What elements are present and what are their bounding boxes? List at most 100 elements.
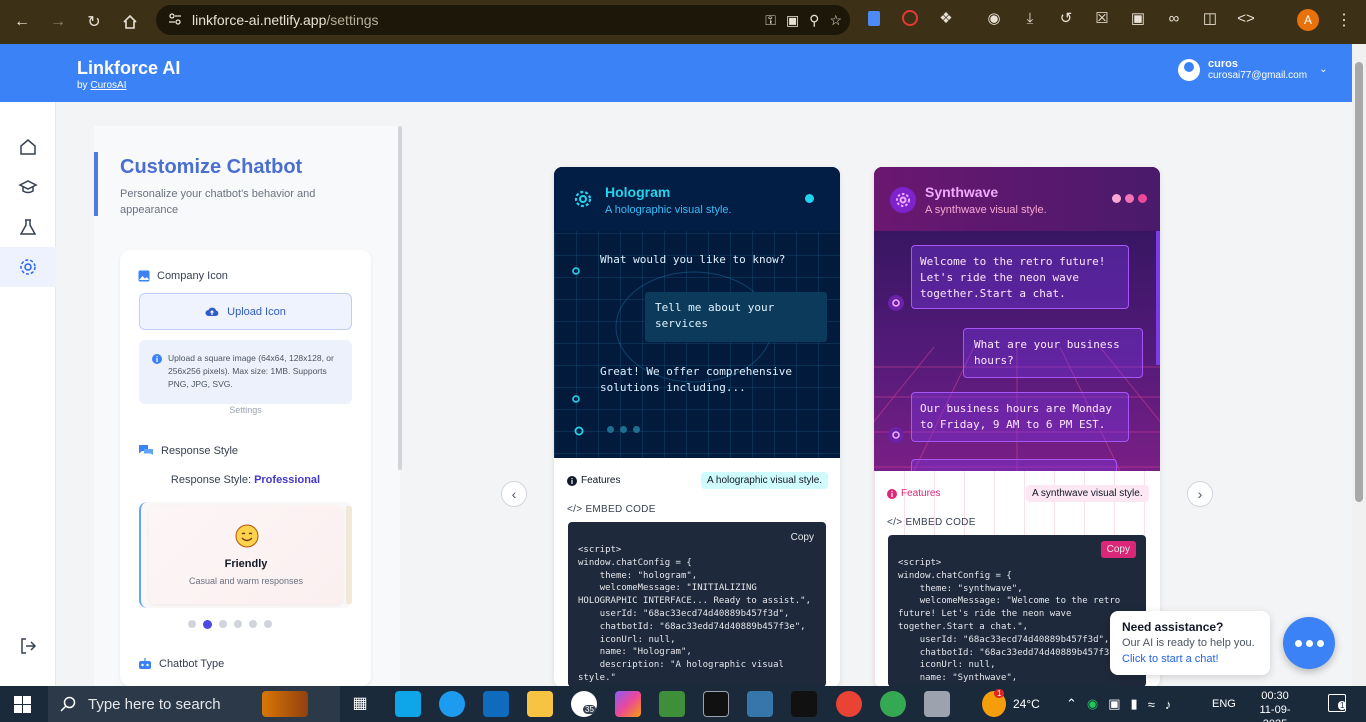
site-settings-icon[interactable] — [168, 12, 182, 29]
home-icon[interactable] — [112, 4, 148, 40]
nav-logout[interactable] — [0, 626, 56, 666]
weather-icon[interactable]: 1 — [982, 689, 1006, 717]
shield-icon[interactable]: ◉ — [1087, 696, 1098, 712]
app-cube-icon[interactable] — [791, 691, 817, 717]
chrome-icon[interactable] — [880, 691, 906, 717]
widgets-autumn-icon[interactable] — [262, 691, 308, 717]
browser-toolbar: ← → ↻ linkforce-ai.netlify.app/settings … — [0, 0, 1366, 44]
devtools-code-icon[interactable]: <> — [1234, 6, 1258, 30]
weather-temp[interactable]: 24°C — [1013, 686, 1040, 722]
next-template-button[interactable]: › — [1187, 481, 1213, 507]
outlook-icon[interactable] — [483, 691, 509, 717]
bookmark-star-icon[interactable]: ☆ — [829, 12, 842, 29]
chat-scrollbar[interactable] — [1156, 231, 1160, 365]
volume-icon[interactable]: ♪ — [1165, 697, 1172, 712]
prev-template-button[interactable]: ‹ — [501, 481, 527, 507]
nav-training[interactable] — [0, 167, 56, 207]
zoom-icon[interactable]: ⚲ — [809, 12, 819, 29]
user-menu[interactable]: curos curosai77@gmail.com ⌄ — [1178, 58, 1327, 81]
settings-card: Company Icon Upload Icon Upload a square… — [120, 250, 371, 686]
nav-lab[interactable] — [0, 207, 56, 247]
task-view-icon[interactable]: ▦ — [347, 691, 373, 717]
embed-code-block: Copy <script> window.chatConfig = { them… — [568, 522, 826, 687]
browser-menu-icon[interactable]: ⋮ — [1336, 10, 1352, 30]
help-bubble[interactable]: Need assistance? Our AI is ready to help… — [1110, 611, 1270, 675]
brand-name[interactable]: Linkforce AI — [77, 58, 180, 79]
sidebar-icon[interactable]: ◫ — [1198, 6, 1222, 30]
extension-docs-icon[interactable] — [862, 6, 886, 30]
extensions-puzzle-icon[interactable]: ❖ — [934, 6, 958, 30]
carousel-dot-active[interactable] — [203, 620, 212, 629]
address-bar[interactable]: linkforce-ai.netlify.app/settings ⚿ ▣ ⚲ … — [156, 5, 850, 35]
screenshot-icon[interactable]: ▣ — [1126, 6, 1150, 30]
chevron-down-icon[interactable]: ⌄ — [1319, 64, 1327, 75]
copilot-icon[interactable] — [615, 691, 641, 717]
language-indicator[interactable]: ENG — [1212, 686, 1236, 722]
link-icon[interactable]: ∞ — [1162, 6, 1186, 30]
history-icon[interactable]: ↺ — [1054, 6, 1078, 30]
chrome-icon-active[interactable] — [836, 691, 862, 717]
embed-code-label: </> EMBED CODE — [887, 517, 976, 528]
meet-icon[interactable]: ▣ — [1108, 696, 1120, 712]
windows-start-icon[interactable] — [14, 696, 31, 713]
carousel-dot[interactable] — [234, 620, 242, 628]
carousel-dot[interactable] — [264, 620, 272, 628]
profile-avatar[interactable]: A — [1297, 9, 1319, 31]
curosai-link[interactable]: CurosAI — [90, 80, 126, 91]
carousel-dot[interactable] — [188, 620, 196, 628]
bot-avatar-icon — [572, 392, 580, 406]
image-icon — [138, 270, 150, 282]
template-card-synthwave[interactable]: Synthwave A synthwave visual style. Welc… — [874, 167, 1160, 687]
bot-avatar-icon — [888, 427, 904, 443]
panel-scrollbar[interactable] — [398, 126, 402, 470]
start-chat-link[interactable]: Click to start a chat! — [1122, 653, 1219, 665]
copy-button[interactable]: Copy — [791, 532, 814, 543]
whatsapp-icon[interactable]: 35 — [571, 691, 597, 717]
template-card-hologram[interactable]: Hologram A holographic visual style. Wha… — [554, 167, 840, 687]
bot-avatar-icon — [574, 425, 584, 439]
style-option-friendly[interactable]: Friendly Casual and warm responses — [149, 506, 343, 604]
features-label[interactable]: Features — [567, 475, 620, 486]
clock[interactable]: 00:30 11-09-2025 — [1249, 689, 1301, 722]
cloud-upload-icon — [205, 307, 219, 316]
terminal-icon[interactable] — [703, 691, 729, 717]
reload-icon[interactable]: ↻ — [76, 4, 112, 40]
install-app-icon[interactable]: ▣ — [786, 12, 799, 29]
page-scrollbar[interactable] — [1352, 44, 1366, 686]
carousel-dots — [188, 620, 272, 629]
clock-date: 11-09-2025 — [1259, 704, 1291, 722]
nav-settings[interactable] — [0, 247, 56, 287]
edge-icon[interactable] — [439, 691, 465, 717]
app-icon[interactable] — [924, 691, 950, 717]
scrollbar-thumb[interactable] — [1355, 62, 1363, 502]
copy-button[interactable]: Copy — [1100, 541, 1136, 558]
python-icon[interactable] — [747, 691, 773, 717]
notification-icon[interactable]: 1 — [1328, 694, 1347, 712]
file-explorer-icon[interactable] — [527, 691, 553, 717]
bot-message: Welcome to the retro future! Let's ride … — [911, 245, 1129, 309]
carousel-dot[interactable] — [249, 620, 257, 628]
response-style-carousel[interactable]: Friendly Casual and warm responses — [139, 502, 352, 608]
app-store-icon[interactable] — [395, 691, 421, 717]
chevron-up-icon[interactable]: ⌃ — [1066, 696, 1077, 712]
downloads-icon[interactable]: ⤓ — [1018, 6, 1042, 30]
battery-icon[interactable]: ▮ — [1131, 696, 1138, 712]
chevron-left-icon: ‹ — [511, 486, 517, 502]
carousel-dot[interactable] — [219, 620, 227, 628]
back-icon[interactable]: ← — [4, 4, 40, 40]
extension-red-icon[interactable] — [898, 6, 922, 30]
forward-icon[interactable]: → — [40, 4, 76, 40]
embed-code-block: Copy <script> window.chatConfig = { them… — [888, 535, 1146, 687]
password-key-icon[interactable]: ⚿ — [765, 12, 776, 29]
delete-icon[interactable]: ☒ — [1090, 6, 1114, 30]
wifi-icon[interactable]: ≈ — [1148, 697, 1155, 712]
user-message: Tell me about your services — [645, 292, 827, 342]
nav-home[interactable] — [0, 127, 56, 167]
upload-icon-button[interactable]: Upload Icon — [139, 293, 352, 330]
next-style-peek[interactable] — [346, 506, 352, 604]
incognito-icon[interactable]: ◉ — [982, 6, 1006, 30]
response-style-heading: Response Style — [138, 444, 238, 457]
dev-tool-icon[interactable] — [659, 691, 685, 717]
open-chat-button[interactable] — [1283, 617, 1335, 669]
features-label[interactable]: Features — [887, 488, 940, 499]
